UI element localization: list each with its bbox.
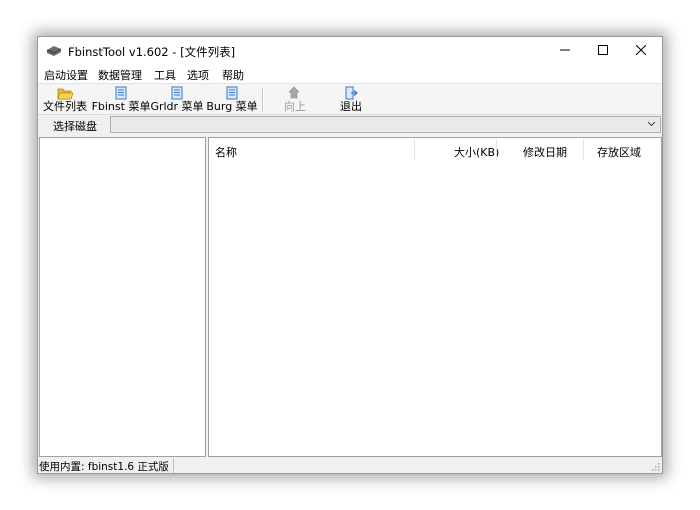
folder-icon bbox=[57, 86, 74, 100]
file-list-label: 文件列表 bbox=[43, 100, 87, 113]
file-list-panel[interactable]: 名称 大小(KB) 修改日期 存放区域 bbox=[208, 137, 662, 457]
document-icon bbox=[171, 86, 183, 100]
drive-icon bbox=[46, 45, 62, 57]
close-button[interactable] bbox=[622, 37, 660, 65]
fbinst-menu-button[interactable]: Fbinst 菜单 bbox=[91, 85, 151, 115]
close-icon bbox=[635, 44, 647, 58]
column-header-modified[interactable]: 修改日期 bbox=[523, 144, 567, 160]
window-title: FbinstTool v1.602 - [文件列表] bbox=[68, 45, 236, 59]
up-button[interactable]: 向上 bbox=[278, 85, 312, 115]
maximize-button[interactable] bbox=[584, 37, 622, 65]
column-header-name[interactable]: 名称 bbox=[215, 144, 237, 160]
menu-tools[interactable]: 工具 bbox=[154, 67, 176, 83]
disk-select-label: 选择磁盘 bbox=[53, 120, 97, 133]
chevron-down-icon bbox=[645, 118, 657, 130]
disk-select-dropdown[interactable] bbox=[110, 116, 661, 133]
maximize-icon bbox=[598, 44, 608, 58]
burg-menu-button[interactable]: Burg 菜单 bbox=[206, 85, 258, 115]
status-bar: 使用内置: fbinst1.6 正式版 bbox=[38, 458, 662, 473]
folder-tree-panel[interactable] bbox=[39, 137, 206, 457]
column-divider[interactable] bbox=[496, 139, 497, 160]
grldr-menu-label: Grldr 菜单 bbox=[150, 100, 204, 113]
menu-bar: 启动设置 数据管理 工具 选项 帮助 bbox=[38, 65, 662, 83]
minimize-button[interactable] bbox=[546, 37, 584, 65]
fbinst-menu-label: Fbinst 菜单 bbox=[91, 100, 151, 113]
document-icon bbox=[226, 86, 238, 100]
grldr-menu-button[interactable]: Grldr 菜单 bbox=[150, 85, 204, 115]
up-arrow-icon bbox=[288, 86, 302, 100]
app-window: FbinstTool v1.602 - [文件列表] 启动设置 数据管理 工具 … bbox=[37, 36, 663, 474]
title-bar: FbinstTool v1.602 - [文件列表] bbox=[38, 37, 662, 65]
exit-label: 退出 bbox=[340, 100, 362, 113]
menu-data-management[interactable]: 数据管理 bbox=[98, 67, 142, 83]
toolbar: 文件列表 Fbinst 菜单 Grldr 菜单 Burg 菜单 向上 退出 bbox=[38, 83, 662, 115]
column-divider[interactable] bbox=[583, 139, 584, 160]
file-list-button[interactable]: 文件列表 bbox=[42, 85, 88, 115]
menu-boot-settings[interactable]: 启动设置 bbox=[44, 67, 88, 83]
document-icon bbox=[115, 86, 127, 100]
exit-icon bbox=[344, 86, 358, 100]
exit-button[interactable]: 退出 bbox=[334, 85, 368, 115]
burg-menu-label: Burg 菜单 bbox=[206, 100, 258, 113]
menu-options[interactable]: 选项 bbox=[187, 67, 209, 83]
minimize-icon bbox=[560, 45, 570, 58]
menu-help[interactable]: 帮助 bbox=[222, 67, 244, 83]
status-cell: 使用内置: fbinst1.6 正式版 bbox=[38, 458, 174, 473]
column-header-size[interactable]: 大小(KB) bbox=[454, 144, 499, 160]
up-label: 向上 bbox=[284, 100, 306, 113]
disk-select-row: 选择磁盘 bbox=[38, 115, 662, 135]
toolbar-separator bbox=[262, 88, 264, 112]
resize-grip-icon[interactable] bbox=[650, 461, 660, 471]
column-header-storage-area[interactable]: 存放区域 bbox=[597, 144, 641, 160]
column-divider[interactable] bbox=[414, 139, 415, 160]
file-list-header: 名称 大小(KB) 修改日期 存放区域 bbox=[209, 138, 661, 162]
status-text: 使用内置: fbinst1.6 正式版 bbox=[39, 461, 169, 473]
